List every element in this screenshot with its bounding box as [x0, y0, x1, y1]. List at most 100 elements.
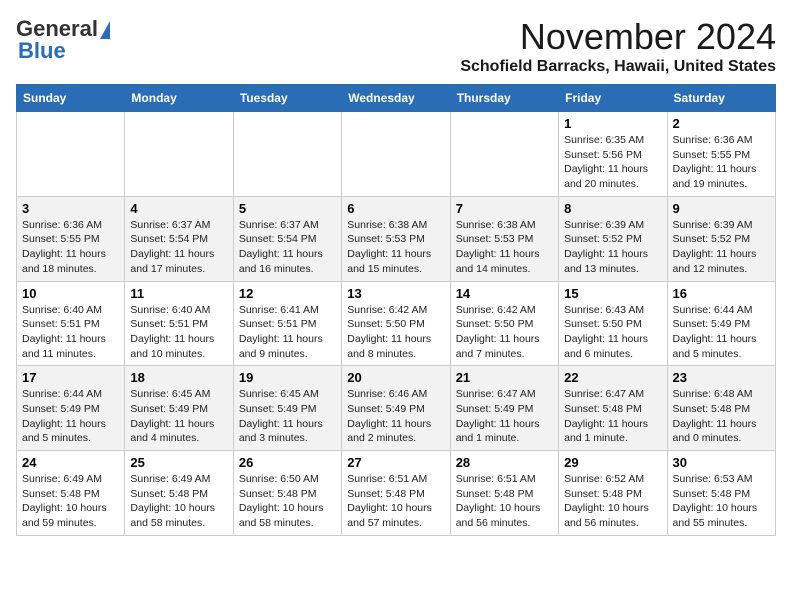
day-cell-20: 20 Sunrise: 6:46 AM Sunset: 5:49 PM Dayli… — [342, 366, 450, 451]
day-info-16: Sunrise: 6:44 AM Sunset: 5:49 PM Dayligh… — [673, 303, 770, 362]
weekday-tuesday: Tuesday — [233, 85, 341, 112]
day-info-28: Sunrise: 6:51 AM Sunset: 5:48 PM Dayligh… — [456, 472, 553, 531]
day-number-22: 22 — [564, 370, 661, 385]
day-number-28: 28 — [456, 455, 553, 470]
day-info-1: Sunrise: 6:35 AM Sunset: 5:56 PM Dayligh… — [564, 133, 661, 192]
day-cell-8: 8 Sunrise: 6:39 AM Sunset: 5:52 PM Daylig… — [559, 196, 667, 281]
day-cell-10: 10 Sunrise: 6:40 AM Sunset: 5:51 PM Dayli… — [17, 281, 125, 366]
day-info-21: Sunrise: 6:47 AM Sunset: 5:49 PM Dayligh… — [456, 387, 553, 446]
empty-cell — [17, 112, 125, 197]
header: General Blue November 2024 Schofield Bar… — [16, 16, 776, 76]
day-cell-27: 27Sunrise: 6:51 AM Sunset: 5:48 PM Dayli… — [342, 451, 450, 536]
empty-cell — [233, 112, 341, 197]
day-number-12: 12 — [239, 286, 336, 301]
day-info-19: Sunrise: 6:45 AM Sunset: 5:49 PM Dayligh… — [239, 387, 336, 446]
day-cell-12: 12 Sunrise: 6:41 AM Sunset: 5:51 PM Dayli… — [233, 281, 341, 366]
day-cell-21: 21 Sunrise: 6:47 AM Sunset: 5:49 PM Dayli… — [450, 366, 558, 451]
calendar-body: 1Sunrise: 6:35 AM Sunset: 5:56 PM Daylig… — [17, 112, 776, 536]
day-cell-26: 26 Sunrise: 6:50 AM Sunset: 5:48 PM Dayli… — [233, 451, 341, 536]
weekday-friday: Friday — [559, 85, 667, 112]
day-cell-4: 4 Sunrise: 6:37 AM Sunset: 5:54 PM Daylig… — [125, 196, 233, 281]
day-number-2: 2 — [673, 116, 770, 131]
logo-triangle — [100, 21, 110, 39]
logo-blue: Blue — [16, 38, 66, 64]
day-number-18: 18 — [130, 370, 227, 385]
day-info-14: Sunrise: 6:42 AM Sunset: 5:50 PM Dayligh… — [456, 303, 553, 362]
empty-cell — [342, 112, 450, 197]
day-info-30: Sunrise: 6:53 AM Sunset: 5:48 PM Dayligh… — [673, 472, 770, 531]
weekday-thursday: Thursday — [450, 85, 558, 112]
day-cell-9: 9 Sunrise: 6:39 AM Sunset: 5:52 PM Daylig… — [667, 196, 775, 281]
day-number-27: 27 — [347, 455, 444, 470]
day-number-21: 21 — [456, 370, 553, 385]
day-cell-25: 25Sunrise: 6:49 AM Sunset: 5:48 PM Dayli… — [125, 451, 233, 536]
day-info-24: Sunrise: 6:49 AM Sunset: 5:48 PM Dayligh… — [22, 472, 119, 531]
day-cell-7: 7 Sunrise: 6:38 AM Sunset: 5:53 PM Daylig… — [450, 196, 558, 281]
day-info-23: Sunrise: 6:48 AM Sunset: 5:48 PM Dayligh… — [673, 387, 770, 446]
weekday-sunday: Sunday — [17, 85, 125, 112]
day-info-2: Sunrise: 6:36 AM Sunset: 5:55 PM Dayligh… — [673, 133, 770, 192]
empty-cell — [450, 112, 558, 197]
day-cell-3: 3 Sunrise: 6:36 AM Sunset: 5:55 PM Daylig… — [17, 196, 125, 281]
day-number-3: 3 — [22, 201, 119, 216]
day-number-16: 16 — [673, 286, 770, 301]
day-info-8: Sunrise: 6:39 AM Sunset: 5:52 PM Dayligh… — [564, 218, 661, 277]
weekday-monday: Monday — [125, 85, 233, 112]
day-number-7: 7 — [456, 201, 553, 216]
day-cell-6: 6 Sunrise: 6:38 AM Sunset: 5:53 PM Daylig… — [342, 196, 450, 281]
day-number-11: 11 — [130, 286, 227, 301]
day-cell-22: 22 Sunrise: 6:47 AM Sunset: 5:48 PM Dayli… — [559, 366, 667, 451]
day-info-9: Sunrise: 6:39 AM Sunset: 5:52 PM Dayligh… — [673, 218, 770, 277]
day-cell-29: 29 Sunrise: 6:52 AM Sunset: 5:48 PM Dayli… — [559, 451, 667, 536]
weekday-header-row: SundayMondayTuesdayWednesdayThursdayFrid… — [17, 85, 776, 112]
day-info-26: Sunrise: 6:50 AM Sunset: 5:48 PM Dayligh… — [239, 472, 336, 531]
day-info-25: Sunrise: 6:49 AM Sunset: 5:48 PM Dayligh… — [130, 472, 227, 531]
day-info-3: Sunrise: 6:36 AM Sunset: 5:55 PM Dayligh… — [22, 218, 119, 277]
day-cell-24: 24 Sunrise: 6:49 AM Sunset: 5:48 PM Dayli… — [17, 451, 125, 536]
day-number-9: 9 — [673, 201, 770, 216]
location-title: Schofield Barracks, Hawaii, United State… — [460, 58, 776, 76]
day-number-24: 24 — [22, 455, 119, 470]
day-info-5: Sunrise: 6:37 AM Sunset: 5:54 PM Dayligh… — [239, 218, 336, 277]
day-number-8: 8 — [564, 201, 661, 216]
day-info-18: Sunrise: 6:45 AM Sunset: 5:49 PM Dayligh… — [130, 387, 227, 446]
day-cell-13: 13 Sunrise: 6:42 AM Sunset: 5:50 PM Dayli… — [342, 281, 450, 366]
day-number-4: 4 — [130, 201, 227, 216]
day-number-19: 19 — [239, 370, 336, 385]
day-cell-23: 23 Sunrise: 6:48 AM Sunset: 5:48 PM Dayli… — [667, 366, 775, 451]
weekday-wednesday: Wednesday — [342, 85, 450, 112]
day-info-10: Sunrise: 6:40 AM Sunset: 5:51 PM Dayligh… — [22, 303, 119, 362]
day-number-6: 6 — [347, 201, 444, 216]
day-info-4: Sunrise: 6:37 AM Sunset: 5:54 PM Dayligh… — [130, 218, 227, 277]
week-row-2: 3 Sunrise: 6:36 AM Sunset: 5:55 PM Daylig… — [17, 196, 776, 281]
day-number-20: 20 — [347, 370, 444, 385]
day-info-12: Sunrise: 6:41 AM Sunset: 5:51 PM Dayligh… — [239, 303, 336, 362]
day-number-30: 30 — [673, 455, 770, 470]
logo: General Blue — [16, 16, 110, 64]
day-cell-30: 30 Sunrise: 6:53 AM Sunset: 5:48 PM Dayli… — [667, 451, 775, 536]
day-number-13: 13 — [347, 286, 444, 301]
day-cell-19: 19 Sunrise: 6:45 AM Sunset: 5:49 PM Dayli… — [233, 366, 341, 451]
day-number-29: 29 — [564, 455, 661, 470]
day-info-29: Sunrise: 6:52 AM Sunset: 5:48 PM Dayligh… — [564, 472, 661, 531]
day-number-23: 23 — [673, 370, 770, 385]
day-info-22: Sunrise: 6:47 AM Sunset: 5:48 PM Dayligh… — [564, 387, 661, 446]
calendar-header: SundayMondayTuesdayWednesdayThursdayFrid… — [17, 85, 776, 112]
day-info-17: Sunrise: 6:44 AM Sunset: 5:49 PM Dayligh… — [22, 387, 119, 446]
day-number-17: 17 — [22, 370, 119, 385]
day-info-7: Sunrise: 6:38 AM Sunset: 5:53 PM Dayligh… — [456, 218, 553, 277]
day-info-20: Sunrise: 6:46 AM Sunset: 5:49 PM Dayligh… — [347, 387, 444, 446]
week-row-4: 17 Sunrise: 6:44 AM Sunset: 5:49 PM Dayli… — [17, 366, 776, 451]
day-number-15: 15 — [564, 286, 661, 301]
title-area: November 2024 Schofield Barracks, Hawaii… — [460, 16, 776, 76]
day-info-13: Sunrise: 6:42 AM Sunset: 5:50 PM Dayligh… — [347, 303, 444, 362]
day-number-10: 10 — [22, 286, 119, 301]
weekday-saturday: Saturday — [667, 85, 775, 112]
day-cell-17: 17 Sunrise: 6:44 AM Sunset: 5:49 PM Dayli… — [17, 366, 125, 451]
week-row-3: 10 Sunrise: 6:40 AM Sunset: 5:51 PM Dayli… — [17, 281, 776, 366]
day-cell-14: 14Sunrise: 6:42 AM Sunset: 5:50 PM Dayli… — [450, 281, 558, 366]
day-number-5: 5 — [239, 201, 336, 216]
day-cell-15: 15Sunrise: 6:43 AM Sunset: 5:50 PM Dayli… — [559, 281, 667, 366]
day-info-6: Sunrise: 6:38 AM Sunset: 5:53 PM Dayligh… — [347, 218, 444, 277]
day-number-26: 26 — [239, 455, 336, 470]
